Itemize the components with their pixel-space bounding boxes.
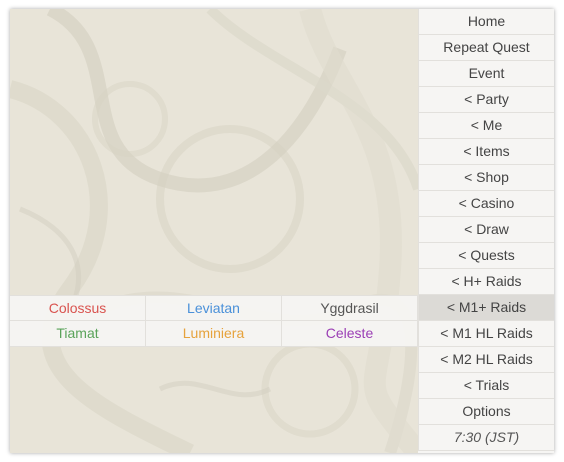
submenu-item-yggdrasil[interactable]: Yggdrasil bbox=[282, 295, 418, 321]
menu-item-h-plus-raids[interactable]: < H+ Raids bbox=[418, 269, 554, 295]
menu-item-quests[interactable]: < Quests bbox=[418, 243, 554, 269]
menu-item-event[interactable]: Event bbox=[418, 61, 554, 87]
menu-item-options[interactable]: Options bbox=[418, 399, 554, 425]
menu-item-casino[interactable]: < Casino bbox=[418, 191, 554, 217]
submenu-item-luminiera[interactable]: Luminiera bbox=[146, 321, 282, 347]
raid-submenu: Colossus Leviatan Yggdrasil Tiamat Lumin… bbox=[10, 295, 418, 347]
submenu-row: Colossus Leviatan Yggdrasil bbox=[10, 295, 418, 321]
submenu-row: Tiamat Luminiera Celeste bbox=[10, 321, 418, 347]
background-artwork bbox=[10, 9, 418, 453]
app-frame: Colossus Leviatan Yggdrasil Tiamat Lumin… bbox=[10, 9, 554, 453]
menu-item-m1-plus-raids[interactable]: < M1+ Raids bbox=[418, 295, 554, 321]
submenu-item-celeste[interactable]: Celeste bbox=[282, 321, 418, 347]
menu-item-m2-hl-raids[interactable]: < M2 HL Raids bbox=[418, 347, 554, 373]
menu-item-trials[interactable]: < Trials bbox=[418, 373, 554, 399]
server-time-label: 7:30 (JST) bbox=[418, 425, 554, 451]
menu-item-home[interactable]: Home bbox=[418, 9, 554, 35]
side-menu: Home Repeat Quest Event < Party < Me < I… bbox=[418, 9, 554, 453]
submenu-item-colossus[interactable]: Colossus bbox=[10, 295, 146, 321]
menu-item-draw[interactable]: < Draw bbox=[418, 217, 554, 243]
menu-item-repeat-quest[interactable]: Repeat Quest bbox=[418, 35, 554, 61]
submenu-item-leviatan[interactable]: Leviatan bbox=[146, 295, 282, 321]
menu-item-m1-hl-raids[interactable]: < M1 HL Raids bbox=[418, 321, 554, 347]
menu-item-party[interactable]: < Party bbox=[418, 87, 554, 113]
menu-item-shop[interactable]: < Shop bbox=[418, 165, 554, 191]
submenu-item-tiamat[interactable]: Tiamat bbox=[10, 321, 146, 347]
menu-item-items[interactable]: < Items bbox=[418, 139, 554, 165]
menu-item-me[interactable]: < Me bbox=[418, 113, 554, 139]
